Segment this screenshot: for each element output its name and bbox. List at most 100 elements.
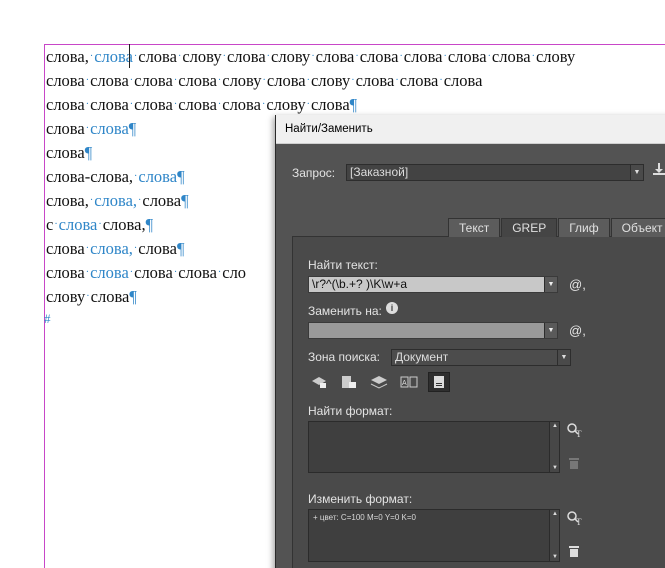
word: слова — [491, 47, 531, 66]
paragraph-mark: ¶ — [176, 239, 185, 258]
find-format-label: Найти формат: — [308, 404, 393, 418]
space-marker: · — [138, 195, 142, 206]
text-cursor — [129, 44, 130, 68]
space-marker: · — [266, 51, 271, 62]
paragraph-mark: ¶ — [349, 95, 358, 114]
find-what-field[interactable]: \r?^(\b.+? )\K\w+a ▼ — [308, 276, 558, 293]
clear-find-format-icon[interactable] — [568, 456, 580, 473]
dialog-title[interactable]: Найти/Заменить — [276, 115, 665, 144]
end-of-story-marker: # — [44, 311, 51, 326]
locked-layers-icon[interactable] — [308, 372, 330, 392]
space-marker: · — [222, 51, 226, 62]
scroll-down-icon[interactable]: ▼ — [550, 554, 560, 560]
find-label: Найти текст: — [308, 258, 378, 272]
space-marker: · — [351, 75, 355, 86]
query-select[interactable]: [Заказной] ▼ — [346, 164, 644, 181]
tab-1[interactable]: GREP — [501, 218, 558, 237]
word: слова — [178, 263, 217, 282]
space-marker: · — [217, 75, 222, 86]
highlighted-word: слова, — [94, 191, 138, 210]
space-marker: · — [85, 75, 90, 86]
text-line: слова·слова·слова·слова·слову·слова·слов… — [46, 69, 665, 93]
word: слову — [46, 287, 86, 306]
word: слова, — [46, 47, 89, 66]
special-chars-replace-icon[interactable]: @, — [569, 323, 586, 338]
word: слова — [90, 95, 129, 114]
find-format-scrollbar[interactable]: ▲ ▼ — [549, 422, 559, 472]
footnotes-icon[interactable] — [428, 372, 450, 392]
word: слова — [310, 95, 350, 114]
specify-change-format-icon[interactable]: T — [566, 510, 584, 529]
word: слова — [138, 239, 177, 258]
search-scope-select[interactable]: Документ ▼ — [391, 349, 571, 366]
master-pages-icon[interactable]: A — [398, 372, 420, 392]
chevron-down-icon: ▼ — [544, 277, 557, 292]
scroll-up-icon[interactable]: ▲ — [550, 511, 560, 517]
space-marker: · — [85, 99, 90, 110]
paragraph-mark: ¶ — [145, 215, 154, 234]
space-marker: · — [85, 267, 90, 278]
trash-icon[interactable] — [568, 544, 580, 561]
word: слова — [178, 95, 217, 114]
space-marker: · — [177, 51, 182, 62]
word: слову — [535, 47, 576, 66]
space-marker: · — [217, 99, 222, 110]
word: слова — [222, 95, 261, 114]
save-query-icon[interactable] — [652, 162, 665, 176]
word: слова — [46, 263, 85, 282]
change-to-field[interactable]: ▼ — [308, 322, 558, 339]
svg-text:T: T — [576, 517, 582, 526]
word: слову — [222, 71, 262, 90]
tab-0[interactable]: Текст — [448, 218, 501, 237]
space-marker: · — [89, 51, 94, 62]
word: слова — [447, 47, 487, 66]
chevron-down-icon: ▼ — [544, 323, 557, 338]
replace-label: Заменить на: — [308, 304, 382, 318]
word: слова — [46, 239, 85, 258]
tab-2[interactable]: Глиф — [558, 218, 610, 237]
word: слова — [226, 47, 266, 66]
page-left-guide — [44, 44, 45, 568]
space-marker: · — [54, 219, 58, 230]
word: слова — [403, 47, 443, 66]
word: слову — [266, 95, 306, 114]
find-what-value: \r?^(\b.+? )\K\w+a — [312, 277, 408, 291]
space-marker: · — [85, 123, 90, 134]
tab-3[interactable]: Объект — [610, 218, 665, 237]
paragraph-mark: ¶ — [129, 287, 137, 306]
word: слова — [134, 263, 173, 282]
space-marker: · — [85, 243, 90, 254]
paragraph-mark: ¶ — [128, 119, 137, 138]
space-marker: · — [531, 51, 535, 62]
highlighted-word: слова — [90, 263, 129, 282]
word: слова, — [102, 215, 146, 234]
word: слова — [46, 119, 85, 138]
word: слова — [90, 287, 130, 306]
space-marker: · — [399, 51, 403, 62]
locked-stories-icon[interactable] — [338, 372, 360, 392]
word: слова, — [46, 191, 89, 210]
space-marker: · — [173, 99, 178, 110]
find-format-box[interactable]: ▲ ▼ — [308, 421, 560, 473]
word: слова — [399, 71, 439, 90]
search-scope-value: Документ — [395, 350, 449, 364]
special-chars-find-icon[interactable]: @, — [569, 277, 586, 292]
word: слову — [310, 71, 351, 90]
svg-text:T: T — [576, 429, 582, 438]
space-marker: · — [311, 51, 315, 62]
change-format-label: Изменить формат: — [308, 492, 413, 506]
hidden-layers-icon[interactable] — [368, 372, 390, 392]
space-marker: · — [129, 267, 134, 278]
scroll-up-icon[interactable]: ▲ — [550, 423, 560, 429]
highlighted-word: слова, — [90, 239, 133, 258]
change-format-scrollbar[interactable]: ▲ ▼ — [549, 510, 559, 561]
word: слова — [138, 47, 177, 66]
change-format-box[interactable]: + цвет: C=100 M=0 Y=0 K=0 ▲ ▼ — [308, 509, 560, 562]
chevron-down-icon: ▼ — [557, 350, 570, 365]
info-icon[interactable]: i — [386, 302, 398, 314]
word: слова — [46, 71, 85, 90]
specify-find-format-icon[interactable]: T — [566, 422, 584, 441]
word: слова — [178, 71, 217, 90]
scroll-down-icon[interactable]: ▼ — [550, 465, 560, 471]
space-marker: · — [395, 75, 399, 86]
